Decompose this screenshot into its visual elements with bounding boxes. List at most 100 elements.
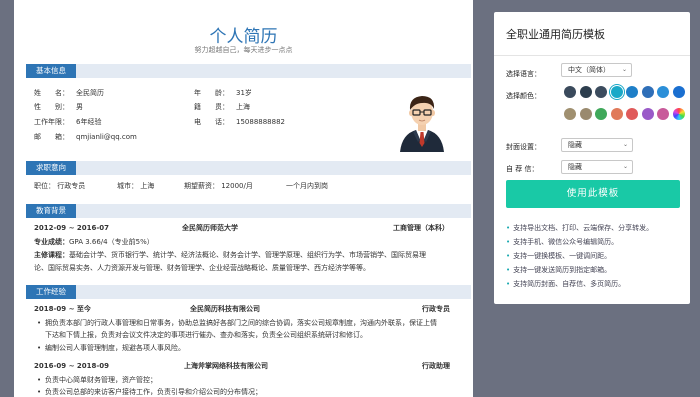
edu-gpa-label: 专业成绩： <box>34 238 69 246</box>
bullet-icon: • <box>506 280 511 288</box>
color-swatch[interactable] <box>672 108 685 120</box>
resume-preview: 个人简历 努力超越自己，每天进步一点点 基本信息 姓 名： 全民简历 性 别： … <box>14 0 473 397</box>
color-swatch[interactable] <box>657 86 669 98</box>
edu-courses-line2: 论、国际贸易实务、人力资源开发与管理、财务管理学、企业经营战略概论、质量管理学、… <box>34 264 370 272</box>
color-swatch[interactable] <box>626 108 638 120</box>
color-swatch[interactable] <box>672 86 685 98</box>
bullet-icon: • <box>506 266 511 274</box>
edu-courses-line1: 基础会计学、货币银行学、统计学、经济法概论、财务会计学、管理学原理、组织行为学、… <box>69 251 426 259</box>
intent-position: 职位： 行政专员 <box>34 182 86 190</box>
phone-label: 电 话： <box>194 118 229 126</box>
feature-text: 支持导出文档、打印、云端保存、分享转发。 <box>513 224 654 232</box>
resume-title: 个人简历 <box>209 27 278 47</box>
feature-item: • 支持手机、微信公众号编辑简历。 <box>506 237 618 247</box>
color-label: 选择颜色： <box>506 92 541 100</box>
gender-value: 男 <box>76 103 83 111</box>
intent-salary: 期望薪资： 12000/月 <box>184 182 253 190</box>
color-swatch[interactable] <box>564 86 576 98</box>
bullet-dot: • <box>37 376 42 384</box>
color-swatch[interactable] <box>657 108 669 120</box>
bullet-icon: • <box>506 252 511 260</box>
feature-item: • 支持一键换模板、一键调间距。 <box>506 251 611 261</box>
work-role: 行政助理 <box>422 362 450 370</box>
bullet-icon: • <box>506 238 511 246</box>
color-swatch[interactable] <box>595 108 607 120</box>
language-label: 选择语言： <box>506 70 541 78</box>
bullet-dot: • <box>37 388 42 396</box>
work-bullet: 下达和下情上报，负责对会议文件决定的事项进行催办、查办和落实，负责全公司组织系统… <box>45 331 367 339</box>
email-label: 邮 箱： <box>34 133 69 141</box>
name-label: 姓 名： <box>34 89 69 97</box>
language-select-value: 中文（简体） <box>568 66 610 74</box>
chevron-down-icon: ⌄ <box>622 141 628 148</box>
intent-city: 城市： 上海 <box>117 182 155 190</box>
panel-divider <box>494 55 690 56</box>
edu-courses-label: 主修课程： <box>34 251 69 259</box>
years-value: 6年经验 <box>76 118 102 126</box>
color-swatch[interactable] <box>626 86 638 98</box>
edu-gpa-value: GPA 3.66/4（专业前5%） <box>69 238 154 246</box>
section-job-intent-title: 求职意向 <box>26 161 76 175</box>
section-basic-info-title: 基本信息 <box>26 64 76 78</box>
phone-value: 15088888882 <box>236 118 285 126</box>
selfletter-label: 自 荐 信： <box>506 165 539 173</box>
section-basic-info: 基本信息 <box>26 64 471 78</box>
work-bullet: 负责公司总部的来访客户接待工作，负责引导和介绍公司的分布情况； <box>45 388 262 396</box>
selfletter-select-value: 隐藏 <box>568 163 582 171</box>
years-label: 工作年限： <box>34 118 69 126</box>
section-job-intent: 求职意向 <box>26 161 471 175</box>
color-swatch[interactable] <box>595 86 607 98</box>
intent-start: 一个月内到岗 <box>286 182 328 190</box>
section-work: 工作经验 <box>26 285 471 299</box>
template-settings-panel: 全职业通用简历模板 选择语言： 中文（简体） ⌄ 选择颜色： 封面设置： 隐藏 … <box>494 12 690 304</box>
feature-text: 支持手机、微信公众号编辑简历。 <box>513 238 619 246</box>
selfletter-select[interactable]: 隐藏 ⌄ <box>561 160 633 174</box>
age-value: 31岁 <box>236 89 252 97</box>
section-education-title: 教育背景 <box>26 204 76 218</box>
section-education: 教育背景 <box>26 204 471 218</box>
feature-text: 支持一键发送简历到指定邮箱。 <box>513 266 612 274</box>
chevron-down-icon: ⌄ <box>622 163 628 170</box>
bullet-dot: • <box>37 319 42 327</box>
email-value: qmjianli@qq.com <box>76 133 137 141</box>
feature-item: • 支持导出文档、打印、云端保存、分享转发。 <box>506 223 653 233</box>
edu-period: 2012-09 ~ 2016-07 <box>34 224 109 232</box>
work-bullet: 负责中心简单财务管理，资产管控； <box>45 376 157 384</box>
work-period: 2018-09 ~ 至今 <box>34 305 91 313</box>
origin-value: 上海 <box>236 103 250 111</box>
feature-item: • 支持一键发送简历到指定邮箱。 <box>506 265 611 275</box>
language-select[interactable]: 中文（简体） ⌄ <box>561 63 632 77</box>
color-swatch[interactable] <box>641 86 654 98</box>
use-template-button[interactable]: 使用此模板 <box>506 180 680 208</box>
color-swatch[interactable] <box>579 108 592 120</box>
bullet-icon: • <box>506 224 511 232</box>
work-bullet: 编制公司人事管理制度，规避各项人事风险。 <box>45 344 185 352</box>
avatar <box>400 96 444 152</box>
name-value: 全民简历 <box>76 89 104 97</box>
feature-text: 支持简历封面、自荐信、多页简历。 <box>513 280 626 288</box>
panel-title: 全职业通用简历模板 <box>506 28 605 41</box>
edu-school: 全民简历师范大学 <box>182 224 238 232</box>
feature-item: • 支持简历封面、自荐信、多页简历。 <box>506 279 625 289</box>
section-work-title: 工作经验 <box>26 285 76 299</box>
cover-select[interactable]: 隐藏 ⌄ <box>561 138 633 152</box>
bullet-dot: • <box>37 344 42 352</box>
age-label: 年 龄： <box>194 89 229 97</box>
color-swatch[interactable] <box>610 108 623 120</box>
feature-text: 支持一键换模板、一键调间距。 <box>513 252 612 260</box>
work-company: 全民简历科技有限公司 <box>190 305 260 313</box>
color-swatch[interactable] <box>579 86 592 98</box>
work-company: 上海斧掌网络科技有限公司 <box>184 362 268 370</box>
color-swatch[interactable] <box>641 108 654 120</box>
origin-label: 籍 贯： <box>194 103 229 111</box>
resume-subtitle: 努力超越自己，每天进步一点点 <box>194 46 293 54</box>
gender-label: 性 别： <box>34 103 69 111</box>
work-bullet: 拥负责本部门的行政人事管理和日常事务，协助总监搞好各部门之间的综合协调，落实公司… <box>45 319 437 327</box>
work-period: 2016-09 ~ 2018-09 <box>34 362 109 370</box>
color-swatch[interactable] <box>564 108 576 120</box>
edu-major: 工商管理（本科） <box>393 224 449 232</box>
cover-label: 封面设置： <box>506 143 541 151</box>
chevron-down-icon: ⌄ <box>621 66 627 73</box>
cover-select-value: 隐藏 <box>568 141 582 149</box>
color-swatch[interactable] <box>610 86 623 98</box>
